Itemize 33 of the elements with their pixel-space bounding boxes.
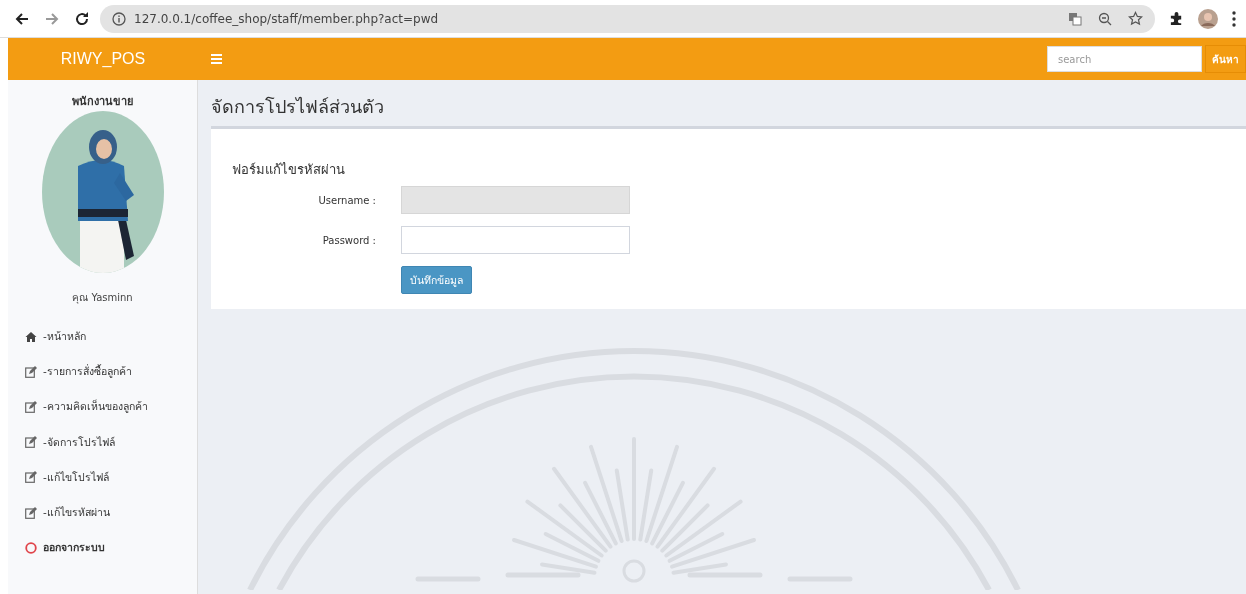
search-field[interactable]: search — [1047, 46, 1202, 72]
circle-icon — [25, 541, 37, 554]
user-role: พนักงานขาย — [71, 94, 134, 110]
translate-icon[interactable] — [1068, 11, 1082, 26]
avatar-icon[interactable] — [1198, 8, 1218, 29]
sidebar-item[interactable]: -แก้ไขโปรไฟล์ — [8, 459, 197, 495]
puzzle-icon[interactable] — [1169, 11, 1184, 26]
input-field[interactable] — [401, 226, 630, 254]
url-text: 127.0.0.1/coffee_shop/staff/member.php?act=pwd — [134, 11, 439, 26]
form-heading: ฟอร์มแก้ไขรหัสผ่าน — [232, 161, 346, 179]
sidebar-item[interactable]: ออกจากระบบ — [8, 530, 197, 566]
star-icon[interactable] — [1128, 11, 1143, 26]
edit-icon — [25, 365, 37, 378]
zoom-out-icon[interactable] — [1098, 11, 1112, 26]
field-label: Password : — [321, 234, 377, 246]
back-icon[interactable] — [14, 10, 30, 27]
user-name: คุณ Yasminn — [71, 291, 134, 305]
page-title: จัดการโปรไฟล์ส่วนตัว — [211, 95, 385, 119]
info-icon[interactable] — [112, 11, 126, 26]
sidebar-item[interactable]: -แก้ไขรหัสผ่าน — [8, 494, 197, 531]
address-bar[interactable]: 127.0.0.1/coffee_shop/staff/member.php?act=pwd — [100, 4, 1155, 33]
sidebar-item[interactable]: -จัดการโปรไฟล์ — [8, 424, 197, 460]
sidebar-item[interactable]: -ความคิดเห็นของลูกค้า — [8, 389, 197, 425]
edit-icon — [25, 506, 37, 519]
edit-icon — [25, 400, 37, 413]
menu-icon[interactable] — [1232, 10, 1236, 27]
reload-icon[interactable] — [74, 10, 90, 27]
home-icon — [25, 331, 37, 342]
field-label: Username : — [317, 194, 377, 206]
edit-icon — [25, 471, 37, 484]
edit-icon — [25, 436, 37, 449]
sidebar-item[interactable]: -รายการสั่งซื้อลูกค้า — [8, 354, 197, 390]
sidebar-item[interactable]: -หน้าหลัก — [8, 319, 197, 355]
